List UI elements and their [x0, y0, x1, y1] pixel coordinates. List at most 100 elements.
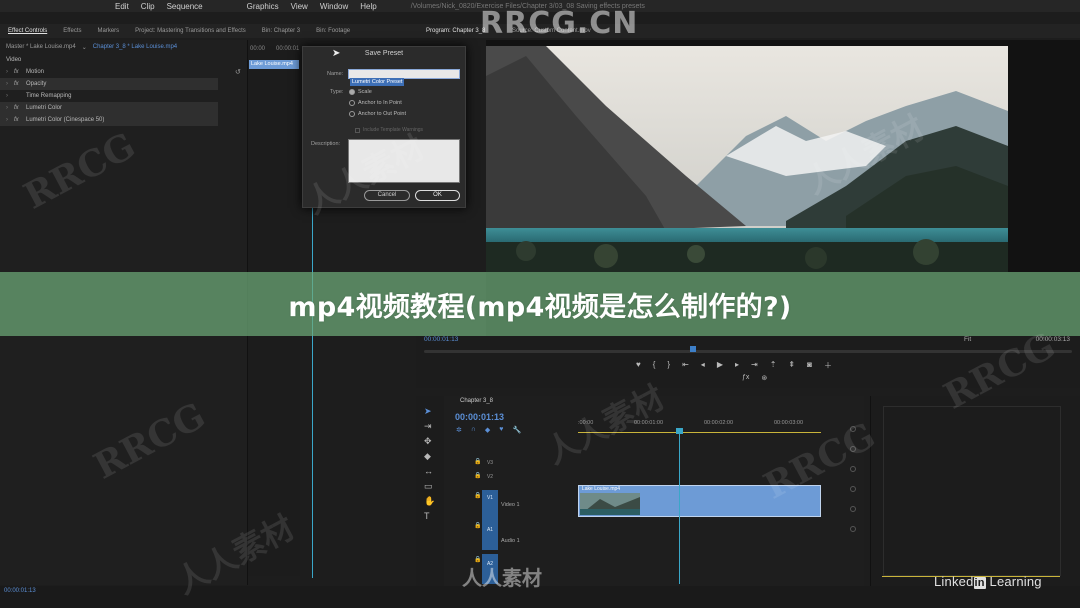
program-timecode[interactable]: 00:00:01:13: [424, 336, 458, 343]
track-tag-v2[interactable]: V2: [482, 472, 498, 483]
go-to-out-icon[interactable]: ⇥: [751, 360, 758, 371]
selection-tool-icon[interactable]: ➤: [424, 406, 432, 417]
radio-icon[interactable]: [349, 111, 355, 117]
step-back-icon[interactable]: ◂: [701, 360, 705, 371]
chevron-right-icon[interactable]: ›: [6, 117, 14, 123]
checkbox-icon[interactable]: [355, 127, 360, 133]
timeline-scroll-handles[interactable]: [850, 426, 856, 576]
fx-badge[interactable]: fx: [14, 105, 26, 111]
effect-label: Lumetri Color: [26, 105, 63, 111]
track-tag-v1[interactable]: V1: [482, 490, 498, 520]
menu-graphics[interactable]: Graphics: [247, 2, 279, 11]
radio-selected-icon[interactable]: [349, 89, 355, 95]
add-icon[interactable]: ＋: [824, 360, 832, 371]
save-preset-dialog: Save Preset Name: Lumetri Color Preset T…: [302, 46, 466, 208]
menu-help[interactable]: Help: [360, 2, 376, 11]
chevron-right-icon[interactable]: ›: [6, 93, 14, 99]
cancel-button[interactable]: Cancel: [364, 190, 410, 201]
camera-icon[interactable]: ◙: [807, 360, 812, 371]
lock-icon[interactable]: 🔒: [474, 492, 481, 499]
program-scrub-bar[interactable]: [424, 350, 1072, 353]
linked-selection-icon[interactable]: ∩: [471, 426, 476, 434]
effect-row-lumetri-cinespace[interactable]: › fx Lumetri Color (Cinespace 50): [0, 114, 218, 126]
mountain-lake-image: [486, 46, 1008, 272]
track-select-tool-icon[interactable]: ⇥: [424, 421, 432, 432]
extract-icon[interactable]: ⇞: [788, 360, 795, 371]
settings-icon[interactable]: ♥: [499, 426, 503, 434]
program-video-frame: [486, 46, 1008, 272]
mark-out-icon[interactable]: }: [667, 360, 670, 371]
type-tool-icon[interactable]: T: [424, 511, 430, 521]
effect-row-opacity[interactable]: › fx Opacity: [0, 78, 218, 90]
tab-effect-controls[interactable]: Effect Controls: [0, 28, 55, 34]
pen-tool-icon[interactable]: ▭: [424, 481, 433, 492]
ripple-edit-tool-icon[interactable]: ✥: [424, 436, 432, 447]
menu-clip[interactable]: Clip: [141, 2, 155, 11]
ec-timecode-end: 00:00:01: [276, 46, 300, 52]
program-playhead[interactable]: [690, 346, 696, 352]
timeline-playhead[interactable]: [679, 428, 680, 584]
slip-tool-icon[interactable]: ↔: [424, 466, 433, 476]
timeline-timecode[interactable]: 00:00:01:13: [455, 412, 504, 422]
reset-icon[interactable]: ↺: [235, 68, 243, 76]
sequence-tab[interactable]: Chapter 3_8: [460, 398, 493, 404]
logo-in-badge: in: [973, 577, 986, 589]
track-name-a1: Audio 1: [501, 538, 520, 544]
snap-icon[interactable]: ✲: [456, 426, 462, 434]
preset-name-input[interactable]: Lumetri Color Preset: [348, 69, 460, 86]
step-forward-icon[interactable]: ▸: [735, 360, 739, 371]
sequence-clip-label[interactable]: Chapter 3_8 * Lake Louise.mp4: [93, 44, 177, 50]
ec-clip-bar[interactable]: Lake Louise.mp4: [249, 60, 299, 69]
tab-bin-footage[interactable]: Bin: Footage: [308, 28, 358, 34]
mark-in-icon[interactable]: {: [653, 360, 656, 371]
preset-name-value[interactable]: Lumetri Color Preset: [350, 78, 405, 86]
add-marker-icon[interactable]: ◆: [485, 426, 490, 434]
ruler-tick-0: :00:00: [578, 420, 594, 426]
work-area-bar[interactable]: [578, 432, 821, 433]
master-clip-selector[interactable]: Master * Lake Louise.mp4: [6, 44, 76, 50]
zoom-fit-select[interactable]: Fit: [964, 336, 971, 343]
menu-window[interactable]: Window: [320, 2, 348, 11]
menu-sequence[interactable]: Sequence: [167, 2, 203, 11]
fx-badge[interactable]: fx: [14, 117, 26, 123]
fx-badge[interactable]: fx: [14, 69, 26, 75]
fx-badge[interactable]: fx: [14, 81, 26, 87]
type-radio-scale[interactable]: Scale: [349, 89, 372, 95]
track-tag-v3[interactable]: V3: [482, 458, 498, 469]
section-label: Video: [6, 57, 22, 63]
chevron-right-icon[interactable]: ›: [6, 105, 14, 111]
wrench-icon[interactable]: 🔧: [512, 426, 521, 434]
type-radio-anchor-out[interactable]: Anchor to Out Point: [349, 111, 406, 117]
go-to-in-icon[interactable]: ⇤: [682, 360, 689, 371]
marker-icon[interactable]: ♥: [636, 360, 641, 371]
effect-row-time-remapping[interactable]: › Time Remapping: [0, 90, 247, 102]
track-tag-a1[interactable]: A1: [482, 520, 498, 550]
lock-icon[interactable]: 🔒: [474, 472, 481, 479]
vr-icon[interactable]: ⊛: [761, 374, 767, 382]
razor-tool-icon[interactable]: ◆: [424, 451, 431, 462]
effect-label: Lumetri Color (Cinespace 50): [26, 117, 105, 123]
lift-icon[interactable]: ⇡: [770, 360, 777, 371]
fx-toggle-icon[interactable]: ƒx: [742, 374, 749, 382]
description-textarea[interactable]: [348, 139, 460, 183]
ok-button[interactable]: OK: [415, 190, 460, 201]
tab-project[interactable]: Project: Mastering Transitions and Effec…: [127, 28, 254, 34]
lock-icon[interactable]: 🔒: [474, 522, 481, 529]
tab-markers[interactable]: Markers: [89, 28, 127, 34]
radio-icon[interactable]: [349, 100, 355, 106]
chevron-down-icon[interactable]: ⌄: [82, 44, 87, 51]
lock-icon[interactable]: 🔒: [474, 458, 481, 465]
chevron-right-icon[interactable]: ›: [6, 81, 14, 87]
effect-row-lumetri-color[interactable]: › fx Lumetri Color: [0, 102, 218, 114]
tab-bin-chapter[interactable]: Bin: Chapter 3: [254, 28, 308, 34]
menu-view[interactable]: View: [291, 2, 308, 11]
timeline-clip-v1[interactable]: Lake Louise.mp4: [578, 485, 821, 517]
effect-row-motion[interactable]: › fx Motion ↺: [0, 66, 247, 78]
menu-edit[interactable]: Edit: [115, 2, 129, 11]
hand-tool-icon[interactable]: ✋: [424, 496, 435, 507]
play-icon[interactable]: ▶: [717, 360, 723, 371]
tab-effects[interactable]: Effects: [55, 28, 89, 34]
type-radio-anchor-in[interactable]: Anchor to In Point: [349, 100, 402, 106]
template-warnings-checkbox[interactable]: Include Template Warnings: [355, 127, 423, 133]
chevron-right-icon[interactable]: ›: [6, 69, 14, 75]
